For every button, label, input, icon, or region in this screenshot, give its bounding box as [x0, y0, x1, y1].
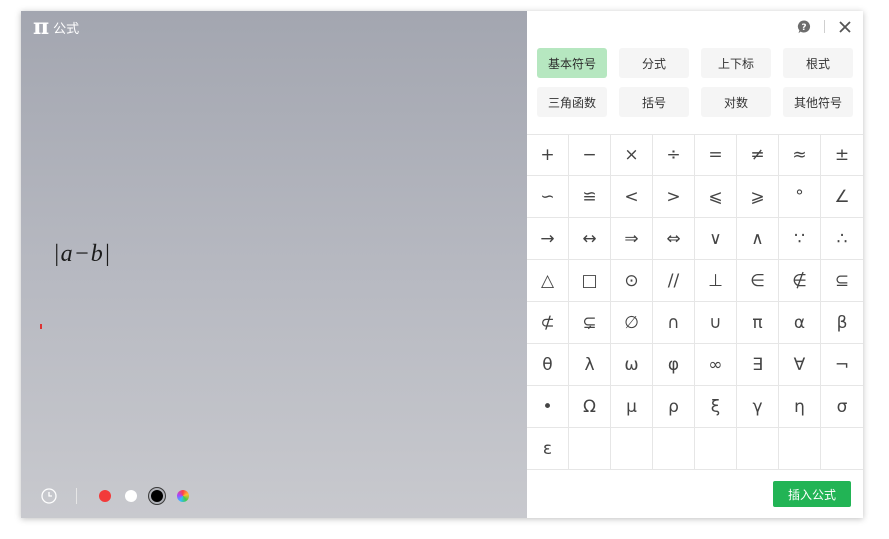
tab-other-symbols[interactable]: 其他符号 — [783, 87, 853, 117]
symbol-cell[interactable]: △ — [527, 260, 569, 302]
symbol-cell[interactable]: ¬ — [821, 344, 863, 386]
symbol-cell-empty — [695, 428, 737, 470]
symbol-cell[interactable]: β — [821, 302, 863, 344]
symbol-category-tabs: 基本符号 分式 上下标 根式 三角函数 括号 对数 其他符号 — [537, 48, 855, 117]
history-clock-icon[interactable] — [41, 488, 57, 504]
symbol-cell[interactable]: ∩ — [653, 302, 695, 344]
close-icon[interactable] — [838, 20, 852, 34]
symbol-cell[interactable]: ∠ — [821, 176, 863, 218]
help-icon[interactable]: ? — [796, 19, 812, 35]
insert-formula-button[interactable]: 插入公式 — [773, 481, 851, 507]
symbol-cell[interactable]: ρ — [653, 386, 695, 428]
symbol-cell-empty — [653, 428, 695, 470]
symbol-cell[interactable]: ω — [611, 344, 653, 386]
symbol-cell[interactable]: − — [569, 134, 611, 176]
symbol-cell[interactable]: σ — [821, 386, 863, 428]
symbol-cell-empty — [821, 428, 863, 470]
symbol-cell[interactable]: λ — [569, 344, 611, 386]
formula-dialog: π 公式 |a−b| ? 基本符号 分式 上下标 根式 三角函数 括号 对数 其… — [21, 11, 863, 518]
symbol-cell[interactable]: ε — [527, 428, 569, 470]
symbol-cell[interactable]: ⇒ — [611, 218, 653, 260]
app-name: 公式 — [53, 22, 80, 37]
symbol-cell[interactable]: Ω — [569, 386, 611, 428]
svg-text:?: ? — [801, 23, 806, 33]
symbol-cell[interactable]: ∧ — [737, 218, 779, 260]
toolbar-divider — [76, 488, 77, 504]
symbol-cell[interactable]: γ — [737, 386, 779, 428]
symbol-cell[interactable]: ⊥ — [695, 260, 737, 302]
symbol-cell[interactable]: ∃ — [737, 344, 779, 386]
symbol-cell[interactable]: ⊄ — [527, 302, 569, 344]
tab-basic-symbols[interactable]: 基本符号 — [537, 48, 607, 78]
tab-radical[interactable]: 根式 — [783, 48, 853, 78]
symbol-cell[interactable]: ⩾ — [737, 176, 779, 218]
app-title: π 公式 — [33, 13, 80, 40]
symbol-cell[interactable]: < — [611, 176, 653, 218]
color-swatch-black[interactable] — [151, 490, 163, 502]
symbol-cell-empty — [569, 428, 611, 470]
symbol-cell[interactable]: → — [527, 218, 569, 260]
symbol-cell[interactable]: > — [653, 176, 695, 218]
symbol-cell[interactable]: ⩽ — [695, 176, 737, 218]
symbol-cell[interactable]: ∀ — [779, 344, 821, 386]
symbol-cell[interactable]: ÷ — [653, 134, 695, 176]
symbol-cell-empty — [737, 428, 779, 470]
symbol-cell[interactable]: ⊙ — [611, 260, 653, 302]
symbol-cell[interactable]: ∅ — [611, 302, 653, 344]
tab-trigonometric[interactable]: 三角函数 — [537, 87, 607, 117]
symbol-cell[interactable]: φ — [653, 344, 695, 386]
symbol-panel: ? 基本符号 分式 上下标 根式 三角函数 括号 对数 其他符号 + − × ÷ = ≠ ≈… — [527, 11, 863, 518]
symbol-cell[interactable]: ξ — [695, 386, 737, 428]
header-divider — [824, 20, 825, 33]
color-picker-icon[interactable] — [177, 490, 189, 502]
symbol-cell[interactable]: ∨ — [695, 218, 737, 260]
text-cursor — [40, 324, 42, 329]
tab-logarithm[interactable]: 对数 — [701, 87, 771, 117]
symbol-cell[interactable]: ⊊ — [569, 302, 611, 344]
symbol-cell[interactable]: α — [779, 302, 821, 344]
formula-canvas[interactable]: π 公式 |a−b| — [21, 11, 527, 518]
symbol-cell[interactable]: ⊆ — [821, 260, 863, 302]
symbol-cell[interactable]: = — [695, 134, 737, 176]
formula-preview[interactable]: |a−b| — [53, 241, 111, 268]
symbol-cell-empty — [779, 428, 821, 470]
tab-superscript-subscript[interactable]: 上下标 — [701, 48, 771, 78]
symbol-cell[interactable]: ° — [779, 176, 821, 218]
symbol-cell[interactable]: ∵ — [779, 218, 821, 260]
pi-logo-icon: π — [33, 13, 50, 40]
symbol-grid: + − × ÷ = ≠ ≈ ± ∽ ≌ < > ⩽ ⩾ ° ∠ → ↔ ⇒ ⇔ ∨ ∧ ∵ ∴ △ □ ⊙//⊥ ∈ ∉ ⊆ ⊄ ⊊ ∅ ∩ ∪ π α… — [527, 134, 863, 470]
symbol-cell[interactable]: ≌ — [569, 176, 611, 218]
color-swatch-red[interactable] — [99, 490, 111, 502]
symbol-cell[interactable]: θ — [527, 344, 569, 386]
symbol-cell[interactable]: ∪ — [695, 302, 737, 344]
symbol-cell[interactable]: // — [653, 260, 695, 302]
symbol-cell[interactable]: ∉ — [779, 260, 821, 302]
symbol-cell[interactable]: μ — [611, 386, 653, 428]
tab-brackets[interactable]: 括号 — [619, 87, 689, 117]
symbol-cell[interactable]: ∴ — [821, 218, 863, 260]
symbol-cell[interactable]: π — [737, 302, 779, 344]
symbol-cell[interactable]: ⇔ — [653, 218, 695, 260]
symbol-cell[interactable]: □ — [569, 260, 611, 302]
symbol-cell[interactable]: ∈ — [737, 260, 779, 302]
symbol-cell[interactable]: η — [779, 386, 821, 428]
symbol-cell[interactable]: ∞ — [695, 344, 737, 386]
symbol-cell[interactable]: • — [527, 386, 569, 428]
symbol-cell[interactable]: ↔ — [569, 218, 611, 260]
symbol-cell[interactable]: ≈ — [779, 134, 821, 176]
canvas-toolbar — [41, 485, 203, 507]
symbol-cell[interactable]: ± — [821, 134, 863, 176]
symbol-cell[interactable]: ∽ — [527, 176, 569, 218]
symbol-cell[interactable]: ≠ — [737, 134, 779, 176]
symbol-cell-empty — [611, 428, 653, 470]
tab-fraction[interactable]: 分式 — [619, 48, 689, 78]
color-swatch-white[interactable] — [125, 490, 137, 502]
symbol-cell[interactable]: × — [611, 134, 653, 176]
symbol-cell[interactable]: + — [527, 134, 569, 176]
